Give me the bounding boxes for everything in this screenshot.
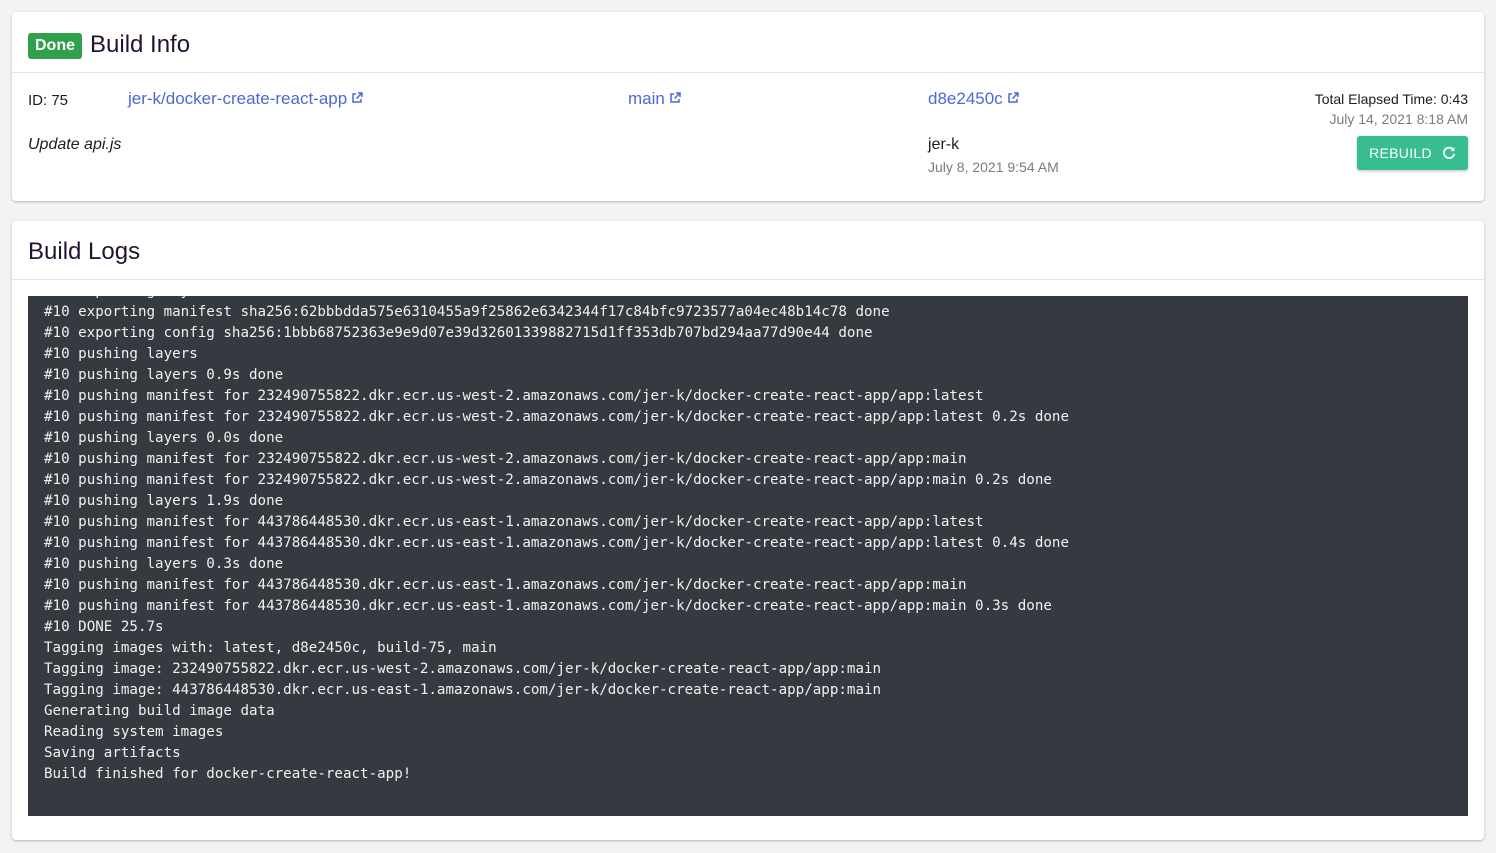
refresh-icon <box>1442 146 1455 159</box>
external-link-icon <box>352 92 363 103</box>
build-logs-header: Build Logs <box>12 221 1484 280</box>
repo-link-label: jer-k/docker-create-react-app <box>128 89 348 108</box>
log-line: #10 pushing layers 0.3s done <box>44 556 284 572</box>
log-lines: #10 exporting layers#10 exporting manife… <box>44 296 1069 785</box>
log-line: #10 pushing manifest for 232490755822.dk… <box>44 451 967 467</box>
log-line: Saving artifacts <box>44 745 181 761</box>
build-id: ID: 75 <box>28 92 69 109</box>
log-line: Build finished for docker-create-react-a… <box>44 766 412 782</box>
build-info-header: Done Build Info <box>12 12 1484 73</box>
log-line: #10 pushing manifest for 443786448530.dk… <box>44 535 1069 551</box>
log-line: #10 pushing layers 0.9s done <box>44 367 284 383</box>
log-line: #10 pushing manifest for 232490755822.dk… <box>44 472 1052 488</box>
branch-link-label: main <box>628 89 665 108</box>
log-panel[interactable]: #10 exporting layers#10 exporting manife… <box>28 296 1468 816</box>
external-link-icon <box>1007 92 1019 103</box>
log-line: #10 pushing layers 1.9s done <box>44 493 284 509</box>
build-info-title: Build Info <box>90 31 191 58</box>
log-line: #10 pushing manifest for 232490755822.dk… <box>44 388 984 404</box>
log-line: #10 pushing layers <box>44 346 198 362</box>
log-line: #10 pushing layers 0.0s done <box>44 430 284 446</box>
build-logs-title: Build Logs <box>28 238 141 265</box>
external-link-icon <box>670 92 681 103</box>
build-logs-card: Build Logs #10 exporting layers#10 expor… <box>12 221 1484 840</box>
log-line: #10 exporting config sha256:1bbb68752363… <box>44 325 873 341</box>
log-line: Generating build image data <box>44 703 275 719</box>
log-line: Tagging images with: latest, d8e2450c, b… <box>44 640 497 656</box>
finished-date: July 14, 2021 8:18 AM <box>1329 111 1468 127</box>
log-line: Reading system images <box>44 724 224 740</box>
log-line: #10 pushing manifest for 443786448530.dk… <box>44 577 967 593</box>
log-line: #10 DONE 25.7s <box>44 619 164 635</box>
log-line: #10 exporting manifest sha256:62bbbdda57… <box>44 304 890 320</box>
commit-date: July 8, 2021 9:54 AM <box>928 159 1059 175</box>
build-info-card: Done Build Info ID: 75 jer-k/docker-crea… <box>12 12 1484 201</box>
log-line: #10 pushing manifest for 232490755822.dk… <box>44 409 1069 425</box>
status-badge: Done <box>28 33 82 59</box>
log-line: #10 pushing manifest for 443786448530.dk… <box>44 598 1052 614</box>
rebuild-button-label: REBUILD <box>1369 145 1432 161</box>
repo-link[interactable]: jer-k/docker-create-react-app <box>128 89 363 109</box>
log-line: Tagging image: 232490755822.dkr.ecr.us-w… <box>44 661 882 677</box>
log-line: Tagging image: 443786448530.dkr.ecr.us-e… <box>44 682 882 698</box>
rebuild-button[interactable]: REBUILD <box>1357 136 1468 170</box>
commit-author: jer-k <box>928 136 960 153</box>
branch-link[interactable]: main <box>628 89 681 109</box>
commit-message: Update api.js <box>28 136 122 153</box>
elapsed-time: Total Elapsed Time: 0:43 <box>1314 91 1468 107</box>
commit-link[interactable]: d8e2450c <box>928 89 1019 109</box>
commit-link-label: d8e2450c <box>928 89 1003 108</box>
log-line: #10 pushing manifest for 443786448530.dk… <box>44 514 984 530</box>
